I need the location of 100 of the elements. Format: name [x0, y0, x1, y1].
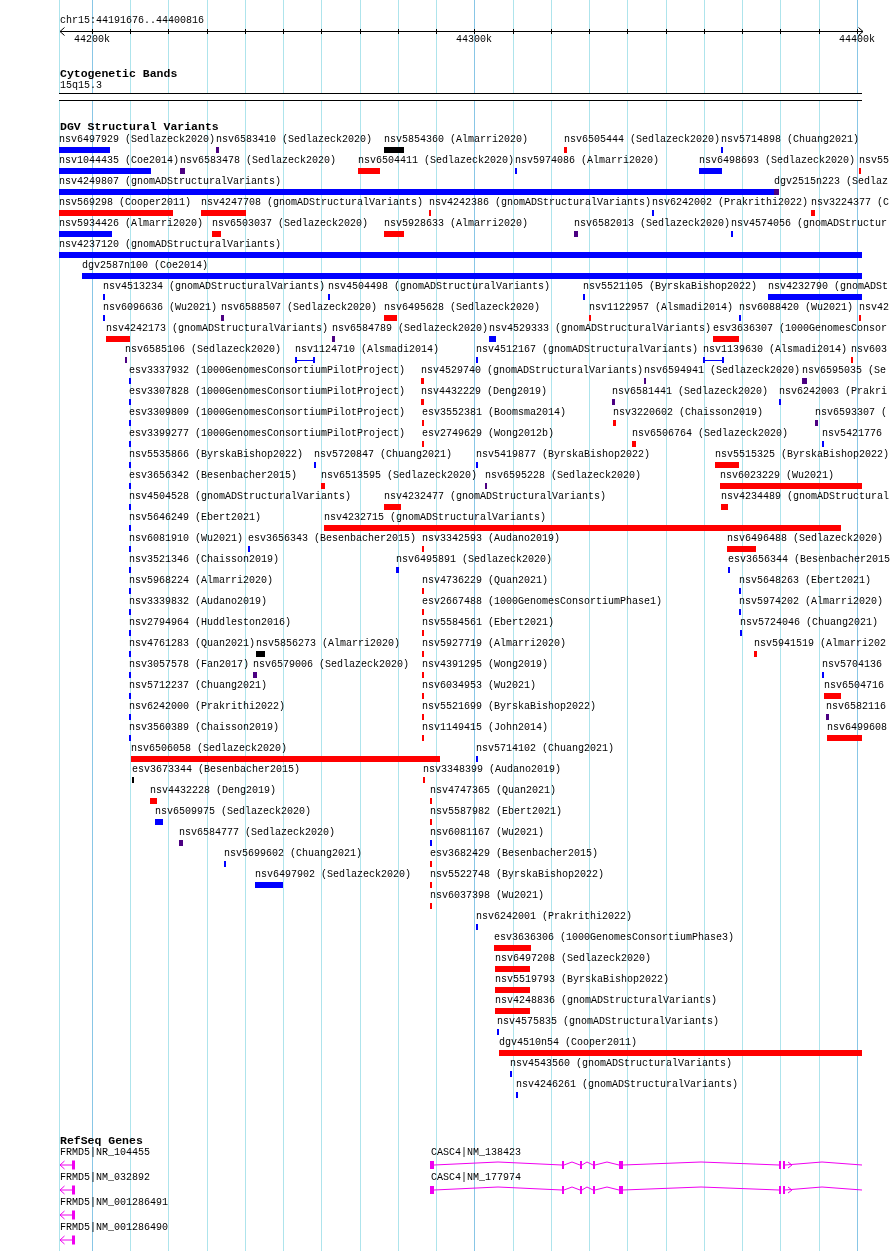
- variant-label: nsv5714102 (Chuang2021): [476, 744, 615, 754]
- variant-label: nsv4512167 (gnomADStructuralVariants): [476, 345, 699, 355]
- variant-label: nsv6504411 (Sedlazeck2020): [358, 156, 515, 166]
- variant-label: esv3399277 (1000GenomesConsortiumPilotProject): [129, 429, 406, 439]
- variant-label: nsv6584789 (Sedlazeck2020): [332, 324, 489, 334]
- variant-label: nsv5419877 (ByrskaBishop2022): [476, 450, 651, 460]
- variant-label: nsv6583478 (Sedlazeck2020): [180, 156, 337, 166]
- variant-label: nsv5587982 (Ebert2021): [430, 807, 563, 817]
- variant-label: nsv5535866 (ByrskaBishop2022): [129, 450, 304, 460]
- variant-label: nsv1044435 (Coe2014): [59, 156, 180, 166]
- variant-label: nsv6595228 (Sedlazeck2020): [485, 471, 642, 481]
- variant-label: esv2667488 (1000GenomesConsortiumPhase1): [422, 597, 663, 607]
- variant-label: nsv6081910 (Wu2021): [129, 534, 244, 544]
- variant-label: nsv6593307 (: [815, 408, 887, 418]
- variant-label: nsv3057578 (Fan2017): [129, 660, 250, 670]
- variant-label: nsv6096636 (Wu2021): [103, 303, 218, 313]
- variant-label: nsv5927719 (Almarri2020): [422, 639, 567, 649]
- variant-label: nsv6583410 (Sedlazeck2020): [216, 135, 373, 145]
- variant-label: nsv4513234 (gnomADStructuralVariants): [103, 282, 326, 292]
- variant-label: nsv5928633 (Almarri2020): [384, 219, 529, 229]
- variant-label: nsv6506764 (Sedlazeck2020): [632, 429, 789, 439]
- gene-label: FRMD5|NR_104455: [60, 1148, 150, 1158]
- variant-label: nsv6023229 (Wu2021): [720, 471, 835, 481]
- variant-label: nsv3220602 (Chaisson2019): [613, 408, 764, 418]
- variant-label: nsv4432228 (Deng2019): [150, 786, 277, 796]
- variant-label: nsv3348399 (Audano2019): [423, 765, 562, 775]
- variant-label: nsv4529740 (gnomADStructuralVariants): [421, 366, 644, 376]
- variant-label: nsv4242173 (gnomADStructuralVariants): [106, 324, 329, 334]
- gene-label: CASC4|NM_138423: [431, 1148, 521, 1158]
- variant-label: nsv6497929 (Sedlazeck2020): [59, 135, 216, 145]
- variant-label: nsv6497208 (Sedlazeck2020): [495, 954, 652, 964]
- variant-label: nsv6088420 (Wu2021): [739, 303, 854, 313]
- variant-label: nsv4232790 (gnomADSt: [768, 282, 889, 292]
- variant-label: nsv6584777 (Sedlazeck2020): [179, 828, 336, 838]
- gene-label: FRMD5|NM_032892: [60, 1173, 150, 1183]
- variant-label: nsv4529333 (gnomADStructuralVariants): [489, 324, 712, 334]
- variant-label: esv3656344 (Besenbacher2015: [728, 555, 890, 565]
- variant-label: nsv4232477 (gnomADStructuralVariants): [384, 492, 607, 502]
- variant-label: esv3656343 (Besenbacher2015): [248, 534, 417, 544]
- tick-label: 44300k: [456, 35, 492, 45]
- variant-label: nsv4504498 (gnomADStructuralVariants): [328, 282, 551, 292]
- tick-label: 44400k: [839, 35, 875, 45]
- variant-label: nsv6081167 (Wu2021): [430, 828, 545, 838]
- variant-label: nsv1122957 (Alsmadi2014): [589, 303, 734, 313]
- variant-label: nsv4543560 (gnomADStructuralVariants): [510, 1059, 733, 1069]
- variant-label: nsv5519793 (ByrskaBishop2022): [495, 975, 670, 985]
- variant-label: nsv5854360 (Almarri2020): [384, 135, 529, 145]
- variant-label: nsv5522748 (ByrskaBishop2022): [430, 870, 605, 880]
- gene-label: FRMD5|NM_001286490: [60, 1223, 169, 1233]
- variant-label: nsv6582116: [826, 702, 886, 712]
- variant-label: nsv1124710 (Alsmadi2014): [295, 345, 440, 355]
- variant-label: nsv4736229 (Quan2021): [422, 576, 549, 586]
- variant-label: nsv603: [851, 345, 887, 355]
- variant-label: nsv5724046 (Chuang2021): [740, 618, 879, 628]
- variant-label: esv3307828 (1000GenomesConsortiumPilotProject): [129, 387, 406, 397]
- tick-label: 44200k: [74, 35, 110, 45]
- variant-label: nsv5704136: [822, 660, 882, 670]
- variant-label: nsv569298 (Cooper2011): [59, 198, 192, 208]
- variant-label: nsv3339832 (Audano2019): [129, 597, 268, 607]
- variant-label: nsv4232715 (gnomADStructuralVariants): [324, 513, 547, 523]
- variant-label: nsv6506058 (Sedlazeck2020): [131, 744, 288, 754]
- variant-label: nsv6037398 (Wu2021): [430, 891, 545, 901]
- variant-label: nsv4575835 (gnomADStructuralVariants): [497, 1017, 720, 1027]
- variant-label: nsv5699602 (Chuang2021): [224, 849, 363, 859]
- variant-label: nsv5714898 (Chuang2021): [721, 135, 860, 145]
- variant-label: nsv5974202 (Almarri2020): [739, 597, 884, 607]
- variant-label: esv3656342 (Besenbacher2015): [129, 471, 298, 481]
- variant-label: nsv4234489 (gnomADStructural: [721, 492, 890, 502]
- variant-label: nsv6497902 (Sedlazeck2020): [255, 870, 412, 880]
- variant-label: esv2749629 (Wong2012b): [422, 429, 555, 439]
- variant-label: esv3552381 (Boomsma2014): [422, 408, 567, 418]
- variant-label: dgv2587n100 (Coe2014): [82, 261, 209, 271]
- gene-label: FRMD5|NM_001286491: [60, 1198, 169, 1208]
- track-title: DGV Structural Variants: [60, 121, 219, 133]
- variant-label: nsv5941519 (Almarri202: [754, 639, 887, 649]
- region-label: chr15:44191676..44400816: [60, 16, 205, 26]
- variant-label: nsv6582013 (Sedlazeck2020): [574, 219, 731, 229]
- track-title: Cytogenetic Bands: [60, 68, 178, 80]
- variant-label: nsv4237120 (gnomADStructuralVariants): [59, 240, 282, 250]
- variant-label: dgv2515n223 (Sedlaz: [774, 177, 889, 187]
- variant-label: nsv55: [859, 156, 889, 166]
- band-label: 15q15.3: [60, 81, 102, 91]
- variant-label: nsv6242001 (Prakrithi2022): [476, 912, 633, 922]
- variant-label: nsv4249807 (gnomADStructuralVariants): [59, 177, 282, 187]
- variant-label: nsv4242386 (gnomADStructuralVariants): [429, 198, 652, 208]
- variant-label: nsv1149415 (John2014): [422, 723, 549, 733]
- variant-label: nsv4574056 (gnomADStructur: [731, 219, 888, 229]
- variant-label: nsv6588507 (Sedlazeck2020): [221, 303, 378, 313]
- variant-label: nsv6495628 (Sedlazeck2020): [384, 303, 541, 313]
- variant-label: nsv5720847 (Chuang2021): [314, 450, 453, 460]
- variant-label: nsv5421776: [822, 429, 882, 439]
- variant-label: nsv1139630 (Alsmadi2014): [703, 345, 848, 355]
- variant-label: esv3636306 (1000GenomesConsortiumPhase3): [494, 933, 735, 943]
- variant-label: nsv6513595 (Sedlazeck2020): [321, 471, 478, 481]
- variant-label: nsv3342593 (Audano2019): [422, 534, 561, 544]
- variant-label: nsv4391295 (Wong2019): [422, 660, 549, 670]
- variant-label: nsv6499608: [827, 723, 887, 733]
- variant-label: esv3309809 (1000GenomesConsortiumPilotProject): [129, 408, 406, 418]
- variant-label: nsv5646249 (Ebert2021): [129, 513, 262, 523]
- variant-label: nsv6498693 (Sedlazeck2020): [699, 156, 856, 166]
